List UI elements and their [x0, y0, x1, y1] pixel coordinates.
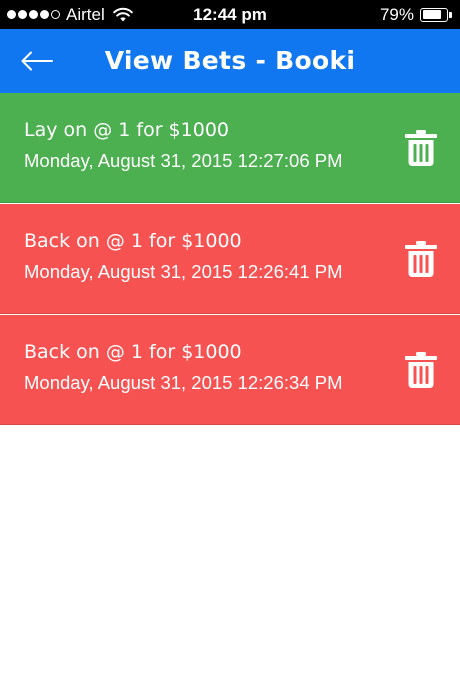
status-right: 79%	[380, 5, 452, 24]
bet-title: Back on @ 1 for $1000	[24, 230, 242, 252]
delete-bet-button[interactable]	[404, 129, 438, 167]
bet-timestamp: Monday, August 31, 2015 12:27:06 PM	[24, 150, 343, 171]
status-bar: Airtel 12:44 pm 79%	[0, 0, 460, 29]
delete-bet-button[interactable]	[404, 351, 438, 389]
bet-row[interactable]: Lay on @ 1 for $1000 Monday, August 31, …	[0, 93, 460, 203]
arrow-left-icon	[21, 51, 53, 71]
bet-row[interactable]: Back on @ 1 for $1000 Monday, August 31,…	[0, 315, 460, 425]
delete-bet-button[interactable]	[404, 240, 438, 278]
bet-list: Lay on @ 1 for $1000 Monday, August 31, …	[0, 93, 460, 425]
bet-title: Lay on @ 1 for $1000	[24, 119, 229, 141]
trash-icon	[405, 130, 437, 166]
trash-icon	[405, 241, 437, 277]
page-title: View Bets - Booki	[104, 46, 356, 75]
trash-icon	[405, 352, 437, 388]
battery-percentage: 79%	[379, 4, 414, 24]
battery-level	[422, 10, 441, 19]
battery-icon	[420, 7, 448, 22]
app-bar: View Bets - Booki	[0, 29, 460, 93]
bet-title: Back on @ 1 for $1000	[24, 341, 242, 363]
bet-timestamp: Monday, August 31, 2015 12:26:34 PM	[24, 372, 343, 393]
battery-tip	[449, 11, 452, 18]
bet-row[interactable]: Back on @ 1 for $1000 Monday, August 31,…	[0, 204, 460, 314]
bet-timestamp: Monday, August 31, 2015 12:26:41 PM	[24, 261, 343, 282]
back-button[interactable]	[14, 43, 60, 79]
